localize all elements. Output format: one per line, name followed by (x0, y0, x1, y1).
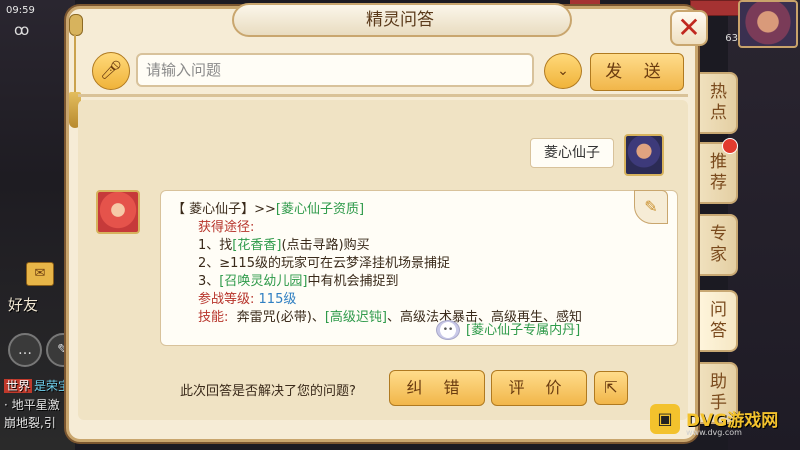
document-icon[interactable]: ✎ (634, 190, 668, 224)
tab-qa[interactable]: 问答 (696, 290, 738, 352)
chat-line-3: 崩地裂,引 (4, 416, 56, 430)
bot-avatar (96, 190, 140, 234)
chat-channel-tag: 世界 (4, 379, 33, 393)
correct-button[interactable]: 纠 错 (389, 370, 485, 406)
npc-link[interactable]: [花香香] (232, 238, 281, 253)
history-dropdown-button[interactable]: ⌄ (544, 53, 582, 89)
skill-link[interactable]: [高级迟钝] (325, 310, 387, 325)
feedback-question: 此次回答是否解决了您的问题? (180, 384, 356, 399)
way-2: 2、≥115级的玩家可在云梦泽挂机场景捕捉 (198, 256, 450, 271)
watermark-url: www.dvg.com (686, 428, 742, 437)
sticker-icon: •• (436, 320, 460, 340)
watermark-logo-icon: ▣ (650, 404, 680, 434)
chat-line-2: · 地平星激 (4, 398, 60, 412)
notification-badge (722, 138, 738, 154)
microphone-button[interactable]: 🎤︎ (92, 52, 130, 90)
obtain-label: 获得途径: (198, 220, 255, 235)
chevron-down-icon: ⌄ (557, 63, 569, 79)
answer-header: 【 菱心仙子】>>[菱心仙子资质] (172, 202, 365, 217)
question-input[interactable] (136, 53, 534, 87)
send-button[interactable]: 发 送 (590, 53, 684, 91)
pet-aptitude-link[interactable]: [菱心仙子资质] (276, 202, 364, 217)
speech-icon[interactable]: … (8, 333, 42, 367)
close-button[interactable]: ✕ (670, 10, 708, 46)
mail-icon[interactable]: ✉ (26, 262, 54, 286)
inner-dan-link[interactable]: [菱心仙子专属内丹] (466, 322, 580, 340)
tab-expert[interactable]: 专家 (696, 214, 738, 276)
chat-line-1[interactable]: 世界 是荣宝 (4, 377, 70, 394)
friends-label[interactable]: 好友 (8, 296, 38, 314)
chat-sender: 是荣宝 (34, 379, 71, 393)
combat-level: 参战等级: 115级 (198, 292, 297, 307)
share-icon: ⇱ (604, 378, 618, 397)
game-background-right (728, 0, 800, 450)
location-link[interactable]: [召唤灵幼儿园] (219, 274, 307, 289)
rate-button[interactable]: 评 价 (491, 370, 587, 406)
way-3: 3、[召唤灵幼儿园]中有机会捕捉到 (198, 274, 399, 289)
share-button[interactable]: ⇱ (594, 371, 628, 405)
divider (78, 94, 688, 97)
left-labels: 好友 (8, 294, 54, 315)
tab-hotspot[interactable]: 热点 (696, 72, 738, 134)
microphone-icon: 🎤︎ (99, 60, 123, 81)
user-message-bubble: 菱心仙子 (530, 138, 614, 168)
close-icon: ✕ (677, 11, 701, 44)
way-1: 1、找[花香香](点击寻路)购买 (198, 238, 370, 253)
user-avatar (624, 134, 664, 176)
